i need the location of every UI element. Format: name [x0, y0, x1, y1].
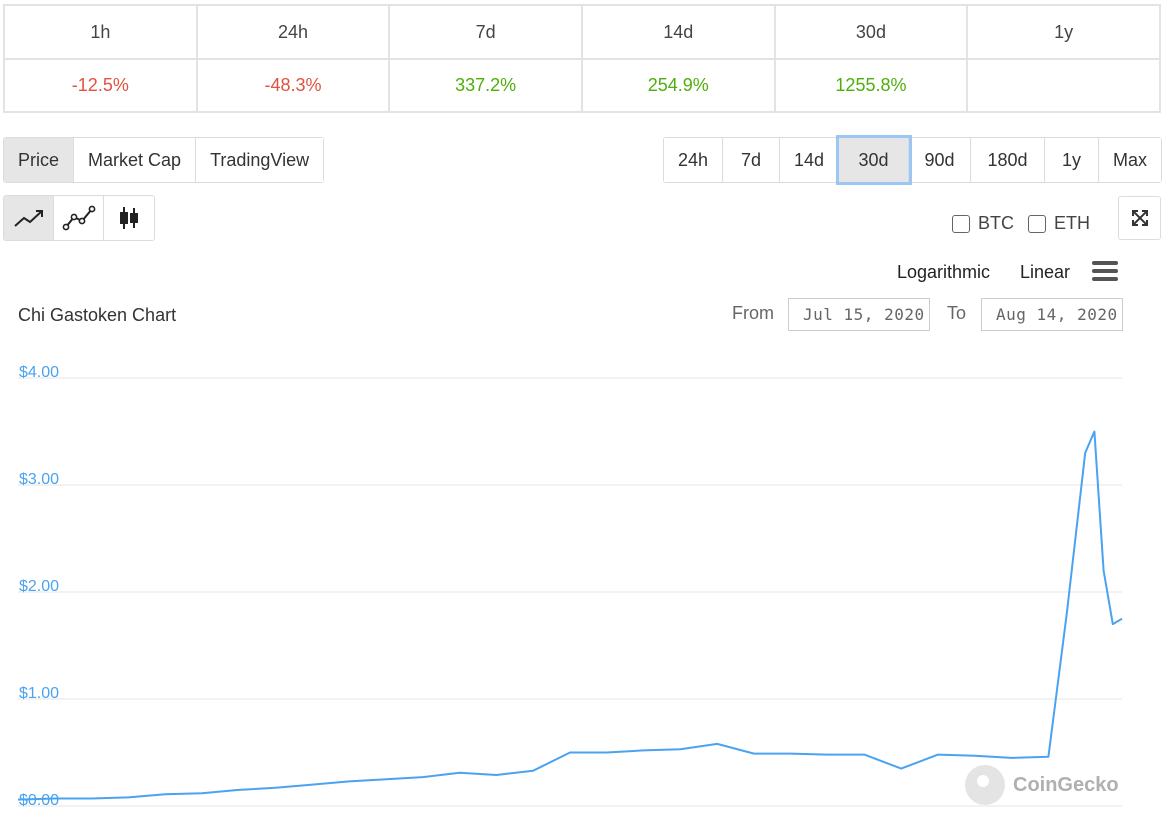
checkbox-icon — [952, 214, 970, 233]
y-tick-label: $0.00 — [19, 792, 59, 809]
period-1h: 1h — [3, 4, 198, 60]
range-max-button[interactable]: Max — [1099, 138, 1161, 182]
from-label: From — [732, 303, 774, 323]
expand-icon — [1131, 210, 1148, 226]
y-tick-label: $4.00 — [19, 364, 59, 381]
change-30d: 1255.8% — [773, 58, 969, 113]
range-7d-button[interactable]: 7d — [723, 138, 780, 182]
linear-scale-button[interactable]: Linear — [1020, 262, 1070, 283]
line-chart-icon — [13, 210, 43, 227]
watermark-text: CoinGecko — [1013, 773, 1119, 796]
chart-title: Chi Gastoken Chart — [18, 305, 177, 325]
data-tabs: Price Market Cap TradingView — [3, 137, 325, 183]
price-chart[interactable]: $0.00 $1.00 $2.00 $3.00 $4.00 — [0, 340, 1164, 817]
period-7d: 7d — [388, 4, 583, 60]
performance-header-row: 1h 24h 7d 14d 30d 1y — [3, 4, 1161, 60]
performance-table: 1h 24h 7d 14d 30d 1y -12.5% -48.3% 337.2… — [3, 4, 1161, 113]
coingecko-watermark: CoinGecko — [965, 765, 1119, 805]
tab-price[interactable]: Price — [4, 138, 75, 182]
line-points-chart-icon — [62, 205, 95, 231]
range-180d-button[interactable]: 180d — [971, 138, 1045, 182]
hamburger-menu-icon[interactable] — [1092, 261, 1118, 283]
to-date-input[interactable]: Aug 14, 2020 — [981, 298, 1123, 331]
range-14d-button[interactable]: 14d — [780, 138, 839, 182]
tab-market-cap[interactable]: Market Cap — [74, 138, 197, 182]
line-points-chart-button[interactable] — [54, 196, 104, 240]
period-14d: 14d — [580, 4, 776, 60]
change-1h: -12.5% — [3, 58, 198, 113]
coingecko-logo-icon — [965, 765, 1005, 805]
checkbox-icon — [1028, 214, 1046, 233]
to-label: To — [947, 303, 967, 323]
range-1y-button[interactable]: 1y — [1045, 138, 1099, 182]
y-tick-label: $1.00 — [19, 685, 59, 702]
compare-btc-label: BTC — [978, 213, 1014, 233]
period-1y: 1y — [966, 4, 1161, 60]
compare-btc-checkbox[interactable]: BTC — [952, 213, 1014, 234]
period-30d: 30d — [773, 4, 969, 60]
price-series-line — [17, 430, 1123, 801]
line-chart-button[interactable] — [4, 196, 54, 240]
period-24h: 24h — [195, 4, 391, 60]
performance-value-row: -12.5% -48.3% 337.2% 254.9% 1255.8% — [3, 58, 1161, 113]
logarithmic-scale-button[interactable]: Logarithmic — [897, 262, 990, 283]
y-tick-label: $2.00 — [19, 578, 59, 595]
candlestick-chart-icon — [120, 207, 138, 229]
chart-type-selector — [3, 195, 155, 241]
range-selector: 24h 7d 14d 30d 90d 180d 1y Max — [663, 137, 1162, 183]
candlestick-chart-button[interactable] — [104, 196, 154, 240]
fullscreen-button[interactable] — [1118, 196, 1161, 240]
change-1y — [966, 58, 1161, 113]
compare-eth-label: ETH — [1054, 213, 1090, 233]
range-30d-button[interactable]: 30d — [839, 138, 909, 182]
range-90d-button[interactable]: 90d — [909, 138, 971, 182]
y-tick-label: $3.00 — [19, 471, 59, 488]
change-14d: 254.9% — [580, 58, 776, 113]
tab-tradingview[interactable]: TradingView — [196, 138, 324, 182]
compare-eth-checkbox[interactable]: ETH — [1028, 213, 1090, 234]
from-date-input[interactable]: Jul 15, 2020 — [788, 298, 930, 331]
change-24h: -48.3% — [195, 58, 391, 113]
change-7d: 337.2% — [388, 58, 583, 113]
range-24h-button[interactable]: 24h — [664, 138, 723, 182]
